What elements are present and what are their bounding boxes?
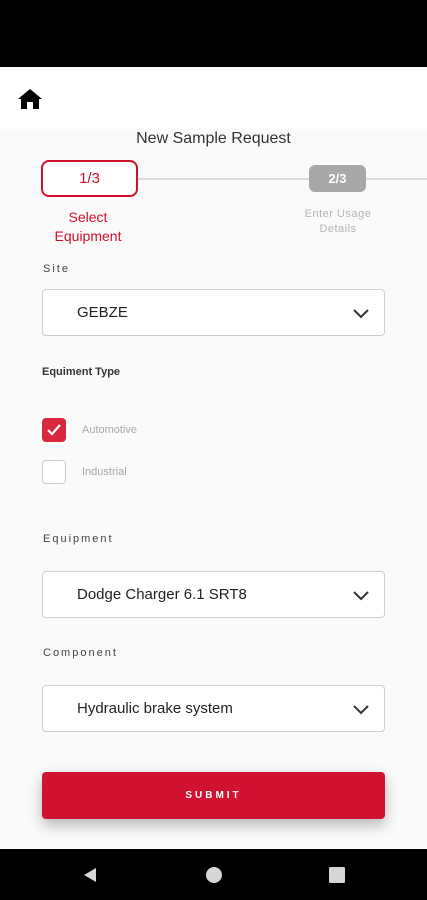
component-value: Hydraulic brake system — [77, 700, 233, 717]
step-2-label: Enter Usage Details — [292, 207, 384, 237]
app-bar — [0, 67, 427, 129]
automotive-label: Automotive — [82, 424, 138, 436]
site-value: GEBZE — [77, 304, 128, 321]
equipment-select[interactable]: Dodge Charger 6.1 SRT8 — [42, 571, 385, 618]
nav-back-button[interactable] — [79, 864, 101, 886]
chevron-down-icon — [353, 591, 369, 601]
industrial-label: Industrial — [82, 466, 127, 478]
checkmark-icon — [47, 424, 61, 436]
industrial-checkbox[interactable] — [42, 460, 66, 484]
step-1-badge[interactable]: 1/3 — [41, 160, 138, 197]
chevron-down-icon — [353, 309, 369, 319]
system-nav-bar — [0, 849, 427, 900]
site-label: Site — [43, 263, 70, 275]
industrial-option[interactable]: Industrial — [42, 460, 127, 484]
back-triangle-icon — [84, 868, 96, 882]
step-1-label: Select Equipment — [38, 208, 138, 246]
stepper-connector — [138, 178, 427, 180]
component-select[interactable]: Hydraulic brake system — [42, 685, 385, 732]
page-title: New Sample Request — [136, 130, 291, 147]
home-button[interactable] — [14, 85, 46, 113]
home-icon — [18, 89, 42, 109]
step-2-badge[interactable]: 2/3 — [309, 165, 366, 192]
step-1-label-line1: Select — [68, 209, 108, 225]
home-circle-icon — [206, 867, 222, 883]
step-2-label-line1: Enter Usage — [304, 208, 372, 220]
site-select[interactable]: GEBZE — [42, 289, 385, 336]
submit-button[interactable]: SUBMIT — [42, 772, 385, 819]
chevron-down-icon — [353, 705, 369, 715]
component-label: Component — [43, 647, 118, 659]
step-1-label-line2: Equipment — [54, 228, 122, 244]
nav-home-button[interactable] — [203, 864, 225, 886]
nav-recents-button[interactable] — [326, 864, 348, 886]
recents-square-icon — [329, 867, 345, 883]
step-2-label-line2: Details — [319, 223, 357, 235]
equipment-label: Equipment — [43, 533, 114, 545]
equipment-type-label: Equiment Type — [42, 366, 121, 378]
automotive-checkbox[interactable] — [42, 418, 66, 442]
status-bar — [0, 0, 427, 67]
automotive-option[interactable]: Automotive — [42, 418, 137, 442]
equipment-value: Dodge Charger 6.1 SRT8 — [77, 586, 247, 603]
